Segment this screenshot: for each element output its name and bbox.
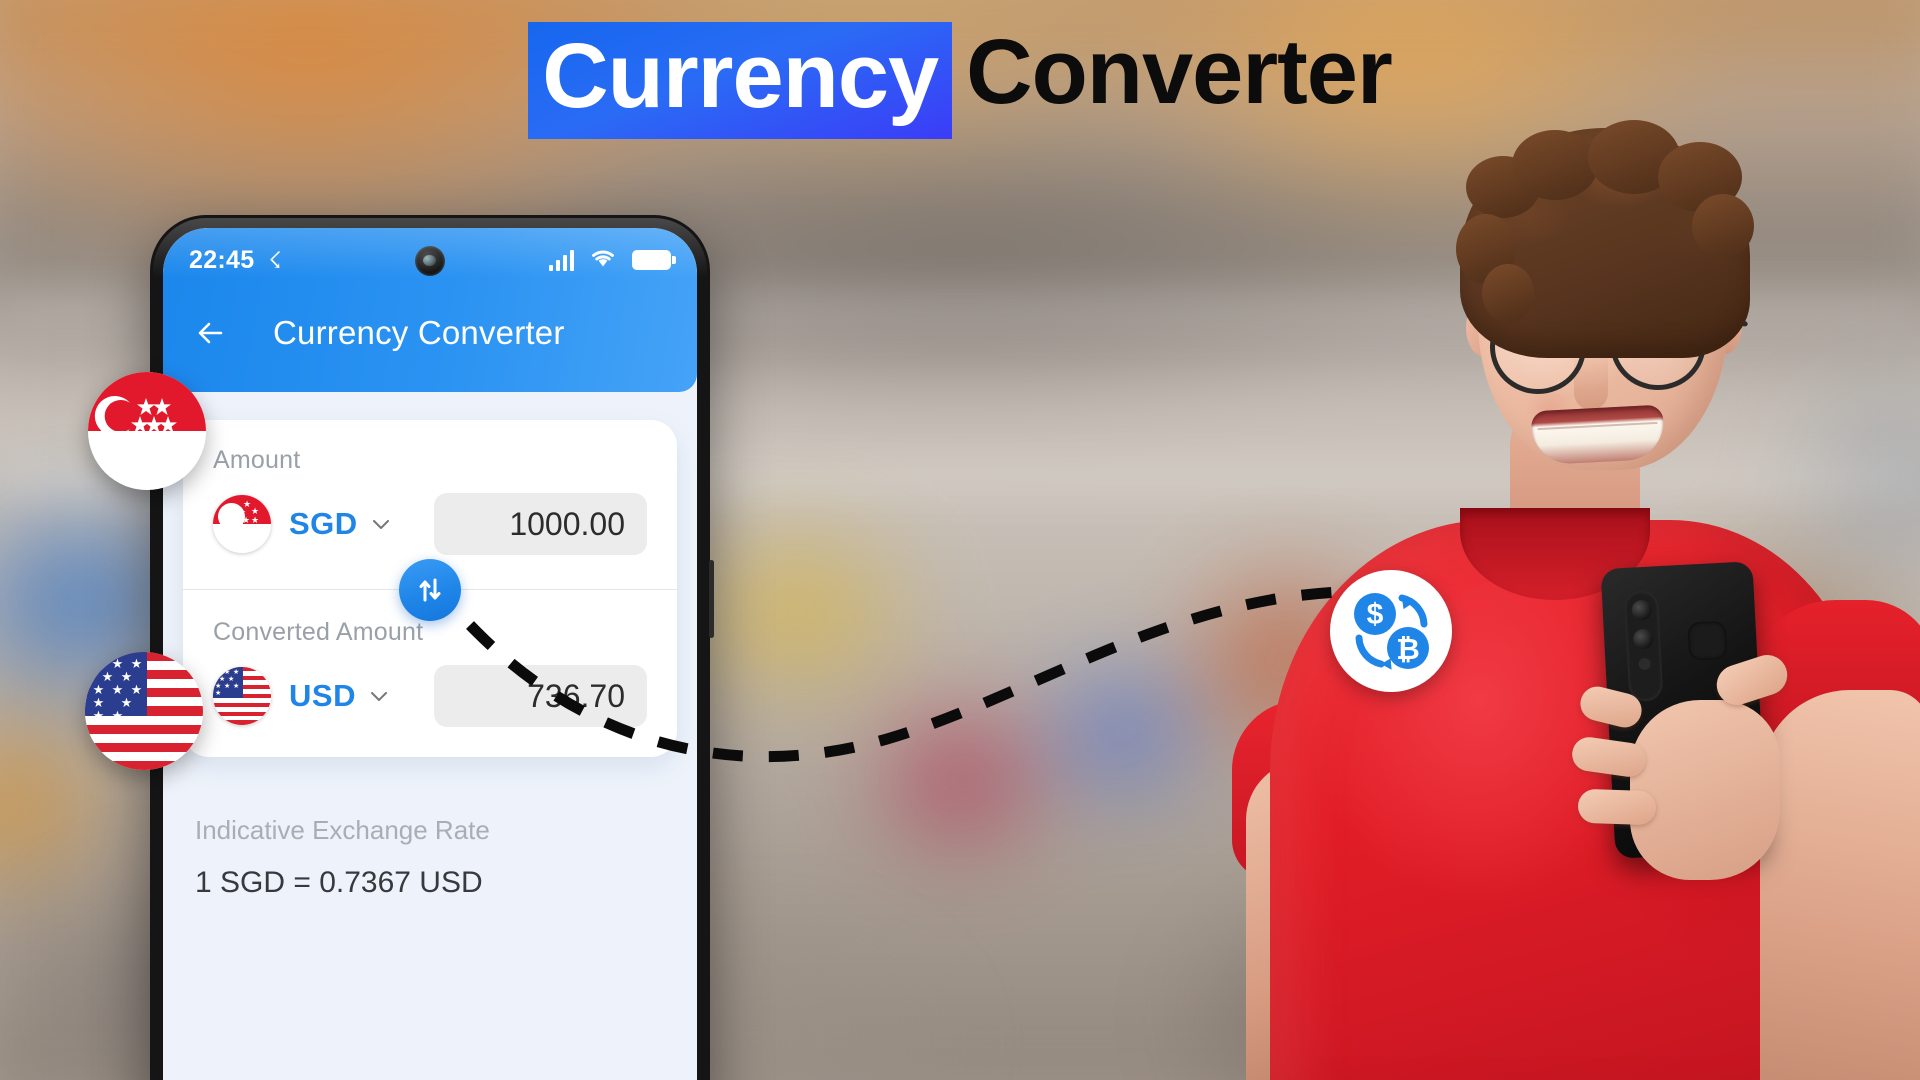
amount-label: Amount — [213, 446, 301, 474]
right-arm — [1760, 690, 1920, 1080]
from-currency-code[interactable]: SGD — [289, 506, 358, 542]
title-plain: Converter — [966, 21, 1393, 123]
palm — [1630, 700, 1780, 880]
phone-camera-module — [1623, 590, 1664, 702]
front-camera-icon — [415, 246, 445, 276]
poster-title: Currency Converter — [0, 18, 1920, 139]
chevron-down-icon[interactable] — [370, 513, 392, 535]
chevron-down-icon[interactable] — [368, 685, 390, 707]
status-time: 22:45 — [189, 245, 255, 274]
currency-exchange-badge: $ ₿ — [1330, 570, 1452, 692]
converter-card: Amount ★ ★ ★ ★ ★ SGD 1000.00 Converted A… — [183, 420, 677, 757]
swap-vertical-arrows-icon — [419, 578, 441, 601]
exchange-rate-label: Indicative Exchange Rate — [195, 815, 490, 845]
app-bar-title-row: Currency Converter — [163, 280, 697, 386]
exchange-rate-value: 1 SGD = 0.7367 USD — [195, 866, 483, 899]
to-currency-code[interactable]: USD — [289, 678, 356, 714]
exchange-arrow-down-icon — [1355, 634, 1385, 668]
curly-hair — [1456, 120, 1754, 358]
back-arrow-icon[interactable] — [189, 310, 235, 356]
wifi-icon — [589, 247, 617, 274]
svg-text:$: $ — [1367, 598, 1384, 631]
singapore-flag-icon: ★ ★ ★ ★ ★ — [213, 495, 271, 553]
amount-input[interactable]: 1000.00 — [434, 493, 647, 555]
to-currency-row: ★ ★ ★ ★ ★ ★ ★ ★ ★ USD 736.70 — [213, 665, 647, 727]
finger — [1577, 788, 1657, 826]
singapore-flag-badge — [88, 372, 206, 490]
fingerprint-sensor — [1687, 620, 1728, 661]
from-currency-row: ★ ★ ★ ★ ★ SGD 1000.00 — [213, 493, 647, 555]
phone-screen: 22:45 ☇ Currency Converter Amount ★ ★ ★ … — [163, 228, 697, 1080]
converted-amount-output[interactable]: 736.70 — [434, 665, 647, 727]
app-bar: 22:45 ☇ Currency Converter — [163, 228, 697, 392]
photo-subject — [1160, 0, 1920, 1080]
converted-amount-value: 736.70 — [527, 677, 625, 714]
phone-mockup: 22:45 ☇ Currency Converter Amount ★ ★ ★ … — [150, 215, 714, 1080]
swap-currencies-button[interactable] — [399, 558, 461, 621]
united-states-flag-badge: ★ ★ ★ ★ ★ ★ ★ ★ ★ ★ ★ ★ — [85, 652, 203, 770]
battery-full-icon — [632, 250, 676, 270]
exchange-rate-block: Indicative Exchange Rate 1 SGD = 0.7367 … — [163, 757, 697, 900]
cellular-signal-icon — [549, 249, 574, 271]
svg-text:₿: ₿ — [1396, 634, 1420, 666]
amount-value: 1000.00 — [509, 505, 625, 542]
united-states-flag-icon: ★ ★ ★ ★ ★ ★ ★ ★ ★ — [213, 667, 271, 725]
card-divider — [183, 558, 677, 621]
bluetooth-icon: ☇ — [268, 246, 282, 273]
converted-amount-label: Converted Amount — [213, 618, 424, 646]
title-highlight: Currency — [528, 22, 953, 139]
page-title: Currency Converter — [273, 314, 565, 351]
